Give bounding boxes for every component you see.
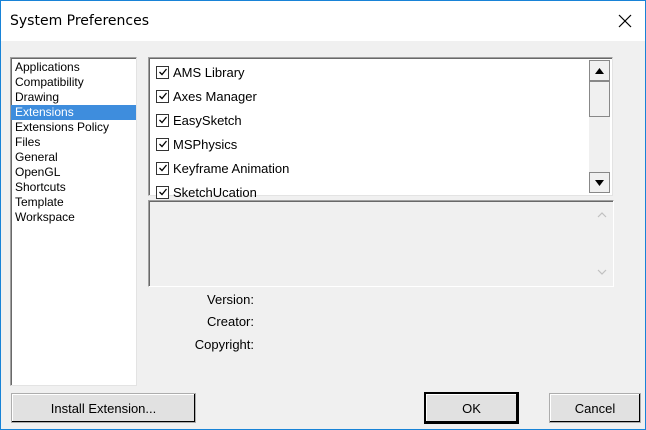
checkmark-icon: [158, 140, 167, 148]
chevron-up-icon[interactable]: [596, 209, 608, 221]
extension-description-box[interactable]: [148, 200, 614, 287]
extension-checkbox[interactable]: [156, 185, 169, 199]
window-title: System Preferences: [10, 13, 149, 29]
extension-item-sketchucation[interactable]: SketchUcation: [156, 183, 257, 201]
extension-item-easysketch[interactable]: EasySketch: [156, 111, 242, 129]
checkmark-icon: [158, 68, 167, 76]
extension-checkbox[interactable]: [156, 113, 169, 127]
category-item-files[interactable]: Files: [11, 135, 136, 150]
copyright-label: Copyright:: [194, 337, 254, 352]
extension-label: SketchUcation: [173, 184, 257, 200]
extensions-scrollbar[interactable]: [589, 60, 610, 193]
arrow-up-icon: [595, 67, 604, 74]
extension-checkbox[interactable]: [156, 89, 169, 103]
version-label: Version:: [207, 292, 254, 307]
ok-button[interactable]: OK: [425, 393, 518, 423]
extension-checkbox[interactable]: [156, 161, 169, 175]
checkmark-icon: [158, 164, 167, 172]
extension-label: AMS Library: [173, 64, 245, 80]
extension-item-ams-library[interactable]: AMS Library: [156, 63, 245, 81]
install-extension-button[interactable]: Install Extension...: [11, 393, 196, 423]
extension-label: EasySketch: [173, 112, 242, 128]
close-button[interactable]: [605, 1, 645, 41]
extension-label: MSPhysics: [173, 136, 238, 152]
extension-label: Keyframe Animation: [173, 160, 290, 176]
extension-item-axes-manager[interactable]: Axes Manager: [156, 87, 257, 105]
extension-checkbox[interactable]: [156, 137, 169, 151]
category-item-extensions[interactable]: Extensions: [11, 105, 136, 120]
category-list[interactable]: Applications Compatibility Drawing Exten…: [10, 57, 137, 386]
category-item-opengl[interactable]: OpenGL: [11, 165, 136, 180]
arrow-down-icon: [595, 179, 604, 186]
scroll-up-button[interactable]: [589, 60, 610, 81]
category-item-general[interactable]: General: [11, 150, 136, 165]
extension-item-msphysics[interactable]: MSPhysics: [156, 135, 237, 153]
extension-checkbox[interactable]: [156, 65, 169, 79]
system-preferences-dialog: System Preferences Applications Compatib…: [0, 0, 646, 430]
extension-item-keyframe-animation[interactable]: Keyframe Animation: [156, 159, 289, 177]
extensions-list[interactable]: AMS Library Axes Manager EasySketch MSPh…: [148, 57, 613, 200]
category-item-drawing[interactable]: Drawing: [11, 90, 136, 105]
creator-label: Creator:: [207, 314, 254, 329]
extension-label: Axes Manager: [173, 88, 257, 104]
checkmark-icon: [158, 188, 167, 196]
checkmark-icon: [158, 116, 167, 124]
category-item-compatibility[interactable]: Compatibility: [11, 75, 136, 90]
chevron-down-icon[interactable]: [596, 266, 608, 278]
category-item-applications[interactable]: Applications: [11, 60, 136, 75]
title-bar: System Preferences: [1, 1, 645, 41]
category-item-workspace[interactable]: Workspace: [11, 210, 136, 225]
category-item-template[interactable]: Template: [11, 195, 136, 210]
scroll-down-button[interactable]: [589, 172, 610, 193]
category-item-shortcuts[interactable]: Shortcuts: [11, 180, 136, 195]
scroll-thumb[interactable]: [589, 81, 610, 117]
cancel-button[interactable]: Cancel: [549, 393, 641, 423]
checkmark-icon: [158, 92, 167, 100]
close-icon: [618, 14, 632, 28]
category-item-extensions-policy[interactable]: Extensions Policy: [11, 120, 136, 135]
